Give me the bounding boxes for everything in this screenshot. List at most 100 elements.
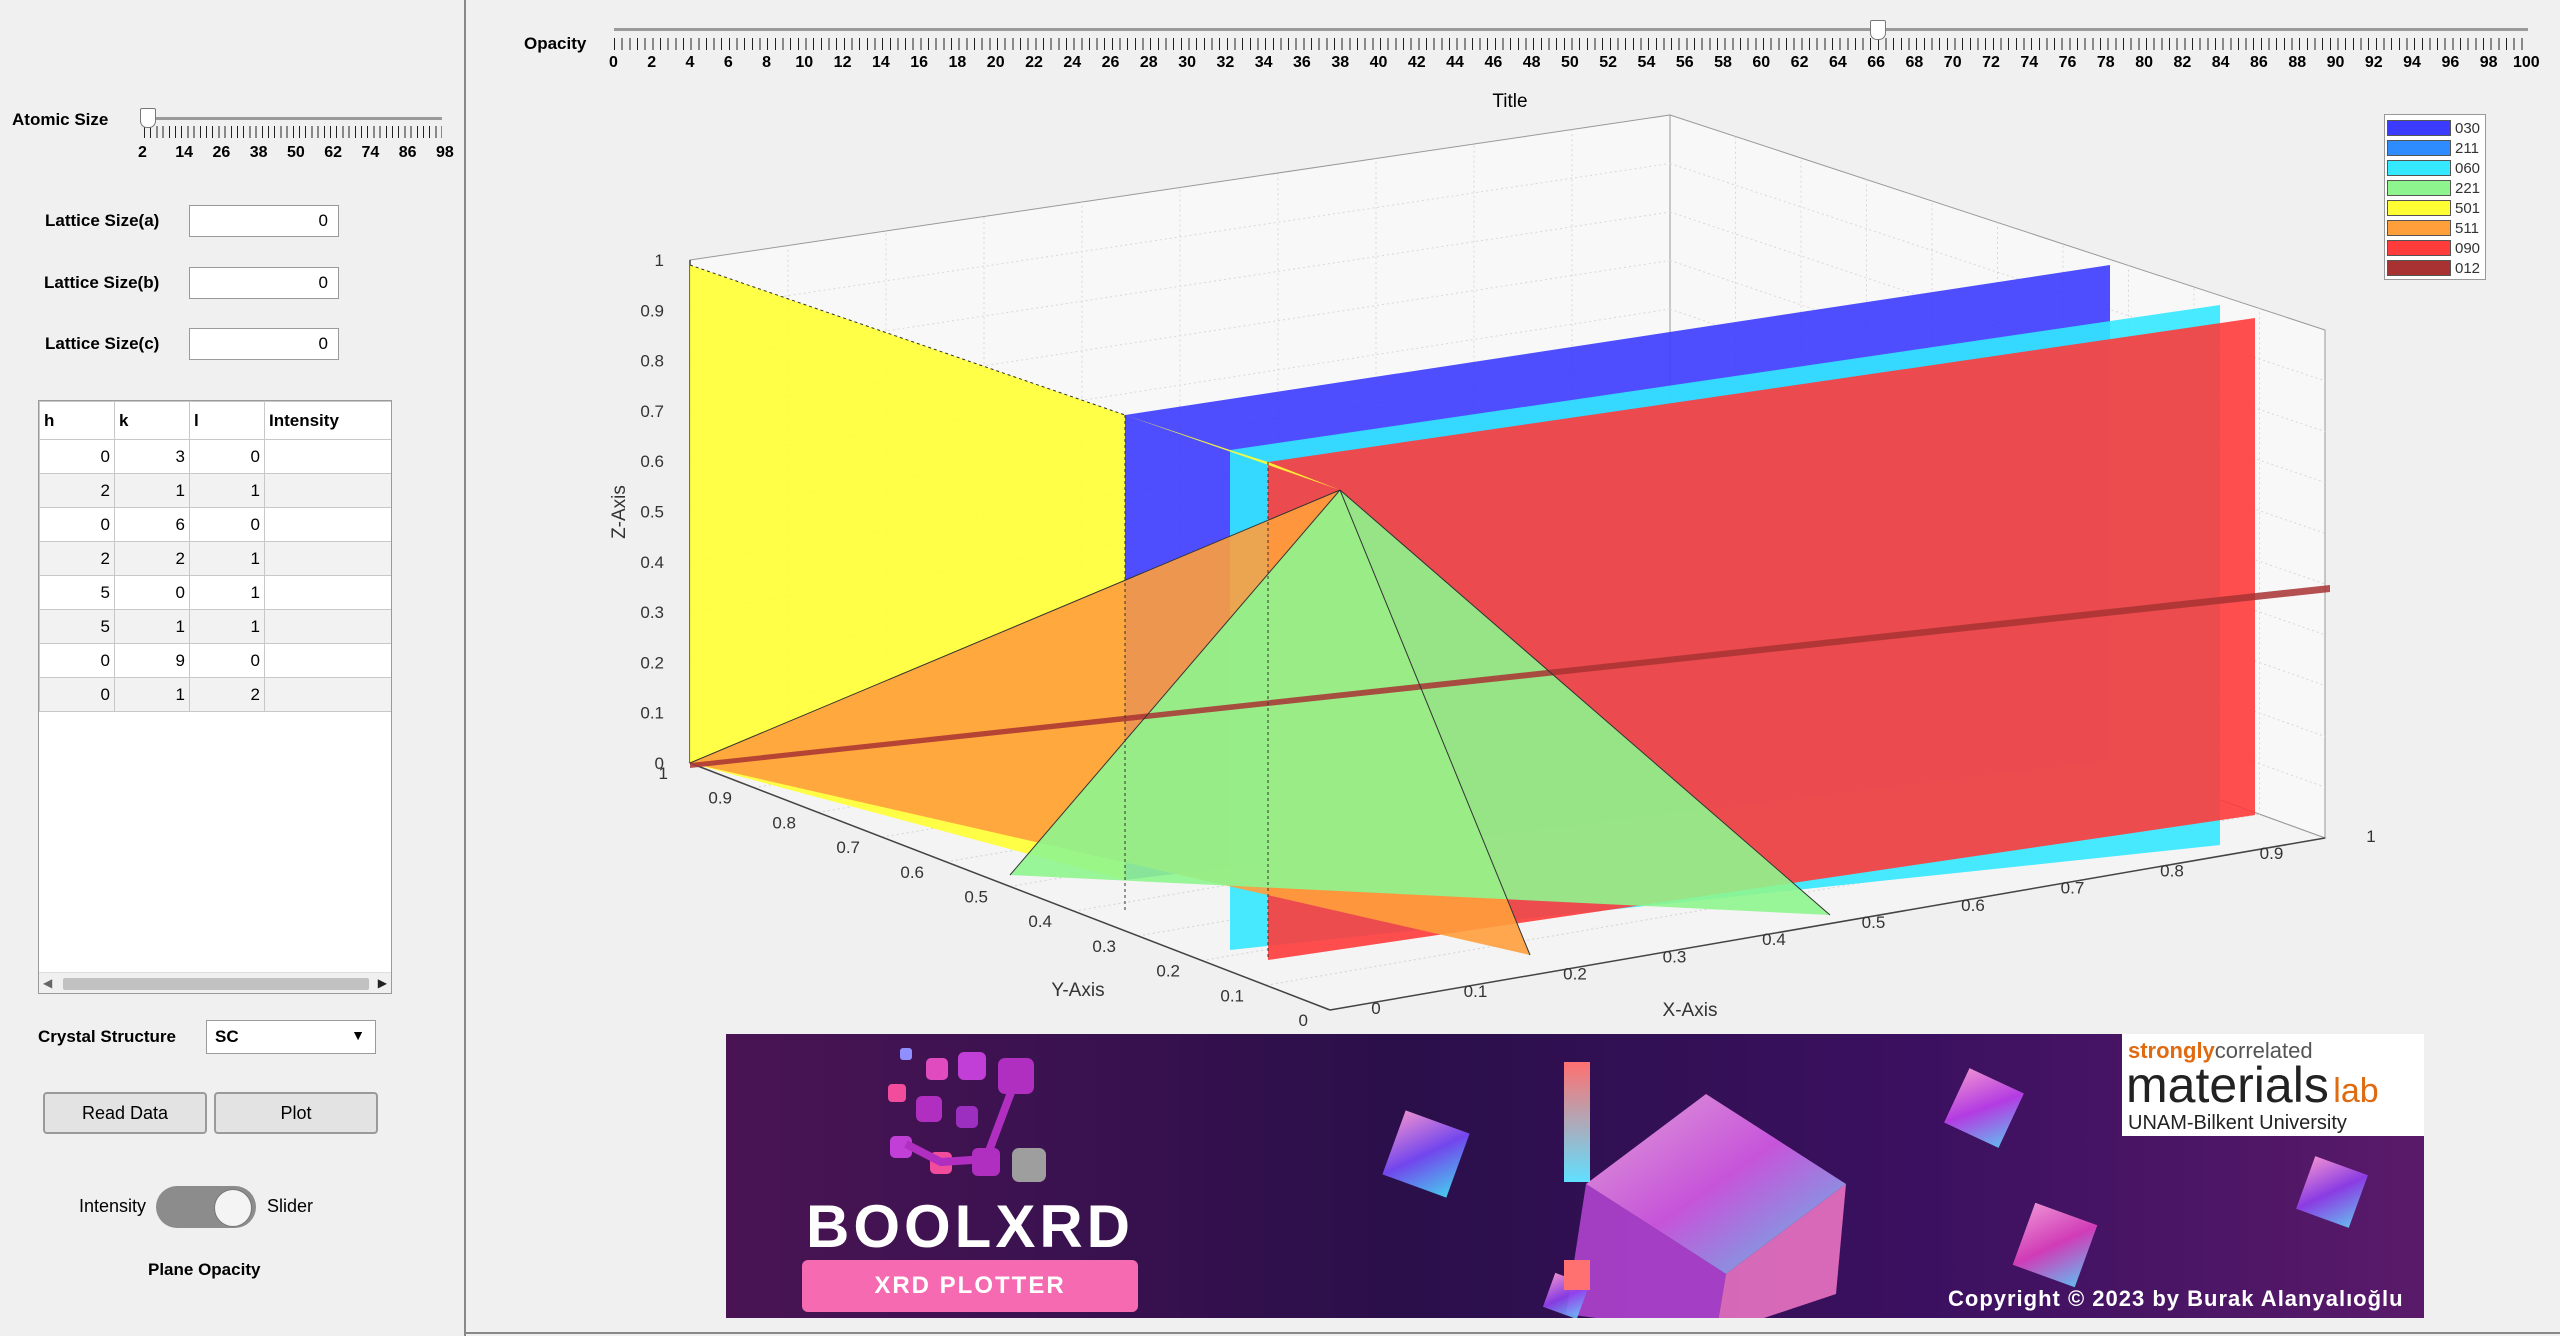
table-cell[interactable]: 0	[189, 439, 265, 474]
plot-button[interactable]: Plot	[214, 1092, 378, 1134]
legend-item[interactable]: 501	[2387, 198, 2483, 218]
column-header-h[interactable]: h	[39, 401, 115, 440]
legend-item[interactable]: 221	[2387, 178, 2483, 198]
table-cell[interactable]: 0	[189, 507, 265, 542]
atomic-size-thumb[interactable]	[140, 108, 156, 128]
lab-university: UNAM-Bilkent University	[2128, 1112, 2347, 1134]
table-cell[interactable]: 0	[39, 677, 115, 712]
opacity-label: Opacity	[524, 34, 587, 53]
lattice-c-input[interactable]: 0	[189, 328, 339, 360]
opacity-thumb[interactable]	[1870, 20, 1887, 40]
opacity-tick-label: 62	[1790, 54, 1809, 71]
opacity-tick-label: 40	[1369, 54, 1388, 71]
column-header-l[interactable]: l	[189, 401, 265, 440]
column-header-intensity[interactable]: Intensity	[264, 401, 391, 440]
horizontal-scrollbar[interactable]: ◀ ▶	[39, 972, 391, 993]
table-cell[interactable]: 1	[189, 473, 265, 508]
table-row[interactable]: 511	[39, 609, 391, 644]
table-cell[interactable]: 1	[189, 541, 265, 576]
axis-tick-label: 0.1	[640, 704, 664, 723]
crystal-structure-dropdown[interactable]: SC ▼	[206, 1020, 376, 1054]
opacity-tick-label: 18	[948, 54, 967, 71]
opacity-tick-label: 76	[2058, 54, 2077, 71]
scroll-right-arrow[interactable]: ▶	[378, 976, 387, 990]
table-cell[interactable]: 1	[189, 609, 265, 644]
table-cell[interactable]: 8	[264, 677, 391, 712]
intensity-slider-toggle[interactable]	[156, 1186, 256, 1228]
legend-item[interactable]: 211	[2387, 138, 2483, 158]
table-cell[interactable]: 0	[189, 643, 265, 678]
table-row[interactable]: 0903	[39, 643, 391, 678]
lattice-a-input[interactable]: 0	[189, 205, 339, 237]
read-data-button[interactable]: Read Data	[43, 1092, 207, 1134]
table-cell[interactable]: 7	[264, 439, 391, 474]
table-cell[interactable]	[264, 609, 391, 644]
table-cell[interactable]	[264, 575, 391, 610]
table-cell[interactable]: 1	[264, 473, 391, 508]
table-cell[interactable]: 7	[264, 541, 391, 576]
opacity-track[interactable]	[614, 28, 2528, 31]
opacity-tick-label: 92	[2364, 54, 2383, 71]
table-row[interactable]: 06010	[39, 507, 391, 542]
opacity-tick-label: 0	[609, 54, 618, 71]
table-cell[interactable]: 2	[39, 473, 115, 508]
axis-tick-label: 0.6	[1961, 896, 1985, 915]
axis-tick-label: 0.6	[900, 863, 924, 882]
table-cell[interactable]: 2	[39, 541, 115, 576]
lab-materials: materials	[2126, 1057, 2329, 1113]
table-cell[interactable]: 2	[189, 677, 265, 712]
table-cell[interactable]: 3	[114, 439, 190, 474]
table-cell[interactable]: 10	[264, 507, 391, 542]
opacity-tick-label: 66	[1867, 54, 1886, 71]
table-cell[interactable]: 1	[114, 677, 190, 712]
table-cell[interactable]: 5	[39, 609, 115, 644]
plot-legend[interactable]: 030 211 060 221 501 511 090 012	[2384, 114, 2486, 280]
atomic-size-track[interactable]	[144, 117, 442, 120]
table-row[interactable]: 0307	[39, 439, 391, 474]
legend-item[interactable]: 030	[2387, 118, 2483, 138]
table-cell[interactable]: 9	[114, 643, 190, 678]
table-cell[interactable]: 0	[114, 575, 190, 610]
table-cell[interactable]: 0	[39, 507, 115, 542]
table-cell[interactable]: 0	[39, 643, 115, 678]
opacity-tick-label: 20	[986, 54, 1005, 71]
table-cell[interactable]: 6	[114, 507, 190, 542]
table-row[interactable]: 2111	[39, 473, 391, 508]
plot-svg[interactable]: 0 0.1 0.2 0.3 0.4 0.5 0.6 0.7 0.8 0.9 1 0 0.1 0.2 0.3…	[470, 80, 2560, 1030]
subtitle-badge: XRD PLOTTER	[802, 1260, 1138, 1312]
table-row[interactable]: 0128	[39, 677, 391, 712]
small-cube-4	[2296, 1156, 2368, 1228]
table-row[interactable]: 2217	[39, 541, 391, 576]
legend-label: 501	[2455, 199, 2481, 217]
legend-item[interactable]: 012	[2387, 258, 2483, 278]
table-cell[interactable]: 1	[114, 473, 190, 508]
toggle-knob[interactable]	[214, 1189, 252, 1227]
opacity-tick-label: 4	[685, 54, 695, 71]
table-cell[interactable]: 1	[189, 575, 265, 610]
copyright-text: Copyright © 2023 by Burak Alanyalıoğlu	[1948, 1286, 2404, 1311]
lattice-b-input[interactable]: 0	[189, 267, 339, 299]
table-cell[interactable]: 2	[114, 541, 190, 576]
opacity-tick-label: 42	[1407, 54, 1426, 71]
opacity-tick-label: 80	[2135, 54, 2153, 71]
axis-tick-label: 0.5	[1862, 913, 1886, 932]
hkl-table[interactable]: h k l Intensity 030721110601022175015110…	[38, 400, 392, 994]
scrollbar-thumb[interactable]	[63, 978, 369, 990]
opacity-tick-label: 72	[1982, 54, 2000, 71]
column-header-k[interactable]: k	[114, 401, 190, 440]
opacity-tick-label: 16	[910, 54, 929, 71]
table-cell[interactable]: 3	[264, 643, 391, 678]
opacity-tick-label: 88	[2288, 54, 2307, 71]
table-cell[interactable]: 5	[39, 575, 115, 610]
toggle-left-label: Intensity	[79, 1196, 147, 1216]
plot-area[interactable]: 0 0.1 0.2 0.3 0.4 0.5 0.6 0.7 0.8 0.9 1 0 0.1 0.2 0.3…	[470, 80, 2560, 1030]
legend-item[interactable]: 060	[2387, 158, 2483, 178]
legend-item[interactable]: 511	[2387, 218, 2483, 238]
table-cell[interactable]: 0	[39, 439, 115, 474]
opacity-tick-label: 14	[871, 54, 890, 71]
legend-item[interactable]: 090	[2387, 238, 2483, 258]
table-row[interactable]: 501	[39, 575, 391, 610]
scroll-left-arrow[interactable]: ◀	[43, 976, 52, 990]
table-cell[interactable]: 1	[114, 609, 190, 644]
lattice-c-label: Lattice Size(c)	[45, 334, 160, 353]
